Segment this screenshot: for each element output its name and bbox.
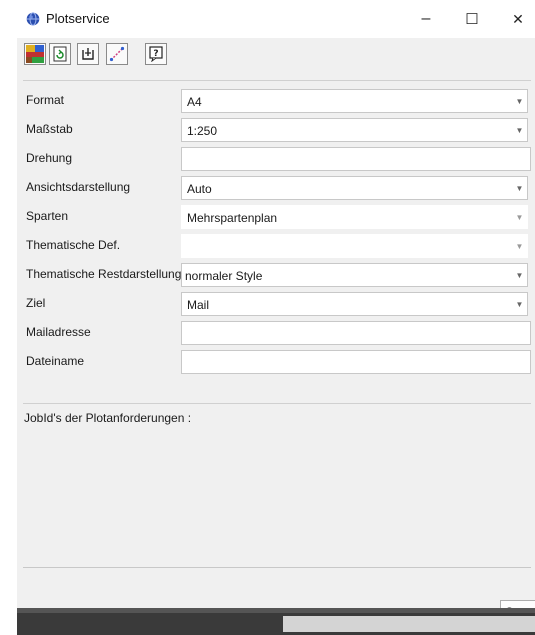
ziel-label: Ziel [26,296,46,310]
row-thematische-restdarstellung: Thematische Restdarstellung normaler Sty… [23,260,531,289]
window-title: Plotservice [46,11,110,26]
map-icon [26,45,44,63]
ziel-value: Mail [187,298,210,312]
row-format: Format A4 ▼ [23,86,531,115]
close-icon: ✕ [512,10,524,27]
ziel-select[interactable]: Mail ▼ [181,292,528,316]
map-button[interactable] [24,43,46,65]
format-label: Format [26,93,65,107]
title-bar[interactable]: Plotservice – ☐ ✕ [17,0,535,38]
job-output-label: JobId's der Plotanforderungen : [24,411,192,425]
job-output-area[interactable]: JobId's der Plotanforderungen : [23,405,531,568]
drehung-input[interactable] [181,147,531,171]
dateiname-label: Dateiname [26,354,85,368]
drehung-label: Drehung [26,151,73,165]
ansichtsdarstellung-select[interactable]: Auto ▼ [181,176,528,200]
chevron-down-icon[interactable]: ▼ [512,264,527,286]
thematische-restdarstellung-select[interactable]: normaler Style ▼ [181,263,528,287]
chevron-down-icon[interactable]: ▼ [512,119,527,141]
row-mailadresse: Mailadresse [23,318,531,347]
sparten-select[interactable]: Mehrspartenplan ▼ [181,205,528,229]
help-icon: ? [149,46,163,62]
mailadresse-input[interactable] [181,321,531,345]
thematische-restdarstellung-value: normaler Style [185,269,263,283]
row-dateiname: Dateiname [23,347,531,376]
progress-bar [283,616,535,632]
refresh-icon [53,46,67,62]
plot-settings-form: Format A4 ▼ Maßstab 1:250 ▼ Drehung Ansi… [23,80,531,404]
close-button[interactable]: ✕ [495,0,535,38]
frame-button[interactable] [77,43,99,65]
globe-icon [26,12,40,26]
help-button[interactable]: ? [145,43,167,65]
measure-line-icon [109,46,125,62]
thematische-def-select[interactable]: ▼ [181,234,528,258]
ansichtsdarstellung-label: Ansichtsdarstellung [26,180,131,194]
thematische-restdarstellung-label: Thematische Restdarstellung [26,267,182,281]
maximize-icon: ☐ [465,11,479,28]
ansichtsdarstellung-value: Auto [187,182,212,196]
massstab-label: Maßstab [26,122,73,136]
chevron-down-icon[interactable]: ▼ [512,293,527,315]
minimize-button[interactable]: – [403,0,449,38]
toolbar: ? [17,38,535,72]
format-select[interactable]: A4 ▼ [181,89,528,113]
minimize-icon: – [421,10,431,27]
maximize-button[interactable]: ☐ [449,0,495,38]
thematische-def-label: Thematische Def. [26,238,121,252]
chevron-down-icon[interactable]: ▼ [512,235,527,257]
svg-text:?: ? [153,49,158,59]
plotservice-window: Plotservice – ☐ ✕ ? Format A4 ▼ Maßstab … [17,0,535,635]
format-value: A4 [187,95,202,109]
chevron-down-icon[interactable]: ▼ [512,206,527,228]
chevron-down-icon[interactable]: ▼ [512,90,527,112]
sparten-value: Mehrspartenplan [187,211,278,225]
sparten-label: Sparten [26,209,69,223]
row-thematische-def: Thematische Def. ▼ [23,231,531,260]
frame-icon [82,48,94,60]
chevron-down-icon[interactable]: ▼ [512,177,527,199]
divider [23,567,531,568]
row-sparten: Sparten Mehrspartenplan ▼ [23,202,531,231]
massstab-value: 1:250 [187,124,218,138]
massstab-select[interactable]: 1:250 ▼ [181,118,528,142]
refresh-button[interactable] [49,43,71,65]
measure-line-button[interactable] [106,43,128,65]
row-ansichtsdarstellung: Ansichtsdarstellung Auto ▼ [23,173,531,202]
dateiname-input[interactable] [181,350,531,374]
row-drehung: Drehung [23,144,531,173]
status-bar-edge [17,608,535,613]
status-bar [17,608,535,635]
row-ziel: Ziel Mail ▼ [23,289,531,318]
row-massstab: Maßstab 1:250 ▼ [23,115,531,144]
mailadresse-label: Mailadresse [26,325,91,339]
